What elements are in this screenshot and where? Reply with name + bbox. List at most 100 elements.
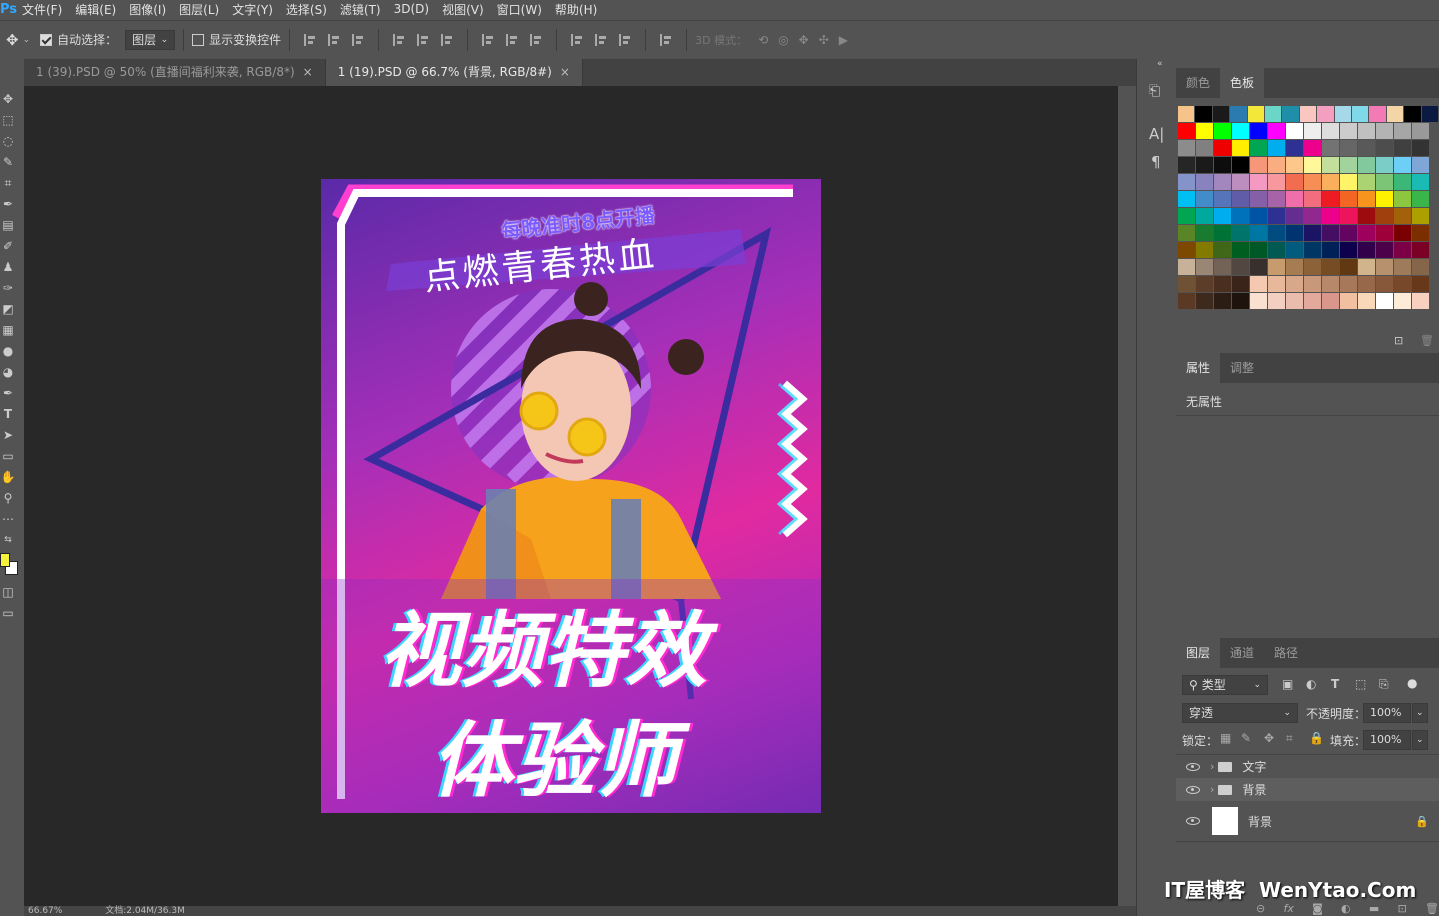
layer-row[interactable]: 背景 🔒 [1176, 802, 1439, 840]
color-swatch[interactable] [1247, 106, 1265, 122]
color-swatch[interactable] [1322, 140, 1339, 156]
color-swatch[interactable] [1394, 140, 1411, 156]
color-swatch[interactable] [1304, 242, 1321, 258]
color-swatch[interactable] [1304, 276, 1321, 292]
distribute-hcenter-icon[interactable] [595, 33, 607, 46]
color-swatch[interactable] [1178, 225, 1195, 241]
color-swatch[interactable] [1196, 174, 1213, 190]
color-swatch[interactable] [1340, 276, 1357, 292]
color-swatch[interactable] [1212, 106, 1230, 122]
lock-image-icon[interactable]: ✎ [1241, 731, 1251, 745]
color-swatch[interactable] [1322, 242, 1339, 258]
color-swatch[interactable] [1268, 174, 1285, 190]
color-swatch[interactable] [1286, 276, 1303, 292]
color-swatch[interactable] [1376, 208, 1393, 224]
color-swatch[interactable] [1358, 157, 1375, 173]
distribute-bottom-icon[interactable] [530, 33, 542, 46]
color-swatch[interactable] [1412, 208, 1429, 224]
color-swatch[interactable] [1286, 293, 1303, 309]
distribute-vcenter-icon[interactable] [506, 33, 518, 46]
color-swatch[interactable] [1195, 106, 1212, 122]
color-swatch[interactable] [1369, 106, 1386, 122]
color-swatch[interactable] [1340, 174, 1357, 190]
color-swatch[interactable] [1286, 242, 1303, 258]
color-swatch[interactable] [1232, 191, 1249, 207]
menu-type[interactable]: 文字(Y) [232, 1, 273, 18]
color-swatch[interactable] [1268, 157, 1285, 173]
color-swatch[interactable] [1394, 293, 1411, 309]
color-swatch[interactable] [1340, 293, 1357, 309]
color-swatch[interactable] [1412, 259, 1429, 275]
trash-icon[interactable]: 🗑 [1420, 334, 1434, 347]
align-vcenter-icon[interactable] [328, 33, 340, 46]
quick-select-tool-icon[interactable]: ✎ [0, 154, 16, 170]
color-swatch[interactable] [1322, 293, 1339, 309]
menu-filter[interactable]: 滤镜(T) [340, 1, 381, 18]
filter-type-icon[interactable]: T [1331, 677, 1339, 691]
chevron-right-icon[interactable]: › [1210, 760, 1214, 773]
menu-image[interactable]: 图像(I) [129, 1, 166, 18]
color-swatch[interactable] [1196, 259, 1213, 275]
add-mask-icon[interactable]: ◙ [1312, 902, 1323, 916]
color-swatch[interactable] [1322, 208, 1339, 224]
align-top-icon[interactable] [304, 33, 316, 46]
color-swatch[interactable] [1340, 157, 1357, 173]
color-swatch[interactable] [1286, 157, 1303, 173]
color-swatch[interactable] [1358, 140, 1375, 156]
filter-adjustment-icon[interactable]: ◐ [1306, 677, 1316, 691]
color-swatch[interactable] [1286, 123, 1303, 139]
brush-tool-icon[interactable]: ✐ [0, 238, 16, 254]
color-swatch[interactable] [1299, 106, 1317, 122]
color-swatch[interactable] [1268, 140, 1285, 156]
color-swatch[interactable] [1232, 140, 1249, 156]
crop-tool-icon[interactable]: ⌗ [0, 175, 16, 191]
layer-row[interactable]: › 背景 [1176, 778, 1439, 801]
zoom-tool-icon[interactable]: ⚲ [0, 490, 16, 506]
move-tool-icon[interactable]: ✥ [6, 31, 19, 49]
history-brush-tool-icon[interactable]: ✑ [0, 280, 16, 296]
visibility-eye-icon[interactable] [1186, 762, 1200, 771]
color-swatch[interactable] [1317, 106, 1334, 122]
tab-document-2[interactable]: 1 (19).PSD @ 66.7% (背景, RGB/8#) × [325, 59, 583, 86]
lasso-tool-icon[interactable]: ◌ [0, 133, 16, 149]
color-swatch[interactable] [1322, 225, 1339, 241]
color-swatch[interactable] [1214, 157, 1231, 173]
color-swatch[interactable] [1322, 191, 1339, 207]
color-swatch[interactable] [1340, 208, 1357, 224]
slide-3d-icon[interactable]: ✣ [819, 33, 829, 47]
color-swatch[interactable] [1352, 106, 1369, 122]
color-swatch[interactable] [1178, 106, 1195, 122]
color-swatch[interactable] [1376, 293, 1393, 309]
color-swatch[interactable] [1340, 140, 1357, 156]
opacity-input[interactable]: 100% [1363, 703, 1411, 723]
color-swatch[interactable] [1376, 140, 1393, 156]
color-swatch[interactable] [1358, 293, 1375, 309]
color-swatch[interactable] [1340, 123, 1357, 139]
color-swatch[interactable] [1394, 123, 1411, 139]
tool-preset-chevron-icon[interactable]: ⌄ [23, 35, 31, 45]
clone-stamp-tool-icon[interactable]: ♟ [0, 259, 16, 275]
camera-3d-icon[interactable]: ▶ [839, 33, 848, 47]
color-swatch[interactable] [1196, 157, 1213, 173]
menu-3d[interactable]: 3D(D) [394, 2, 429, 16]
rectangle-tool-icon[interactable]: ▭ [0, 448, 16, 464]
close-icon[interactable]: × [560, 65, 570, 79]
color-swatch[interactable] [1394, 174, 1411, 190]
color-swatch[interactable] [1340, 225, 1357, 241]
color-swatch[interactable] [1376, 242, 1393, 258]
color-swatch[interactable] [1358, 208, 1375, 224]
color-swatch[interactable] [1322, 259, 1339, 275]
color-swatch[interactable] [1340, 242, 1357, 258]
color-swatch[interactable] [1340, 191, 1357, 207]
color-swatch[interactable] [1304, 174, 1321, 190]
color-swatch[interactable] [1412, 191, 1429, 207]
color-swatch[interactable] [1250, 225, 1267, 241]
color-swatch[interactable] [1340, 259, 1357, 275]
color-swatches[interactable] [0, 553, 20, 579]
color-swatch[interactable] [1282, 106, 1299, 122]
path-select-tool-icon[interactable]: ➤ [0, 427, 16, 443]
color-swatch[interactable] [1376, 123, 1393, 139]
color-swatch[interactable] [1230, 106, 1247, 122]
color-swatch[interactable] [1196, 242, 1213, 258]
color-swatch[interactable] [1268, 276, 1285, 292]
